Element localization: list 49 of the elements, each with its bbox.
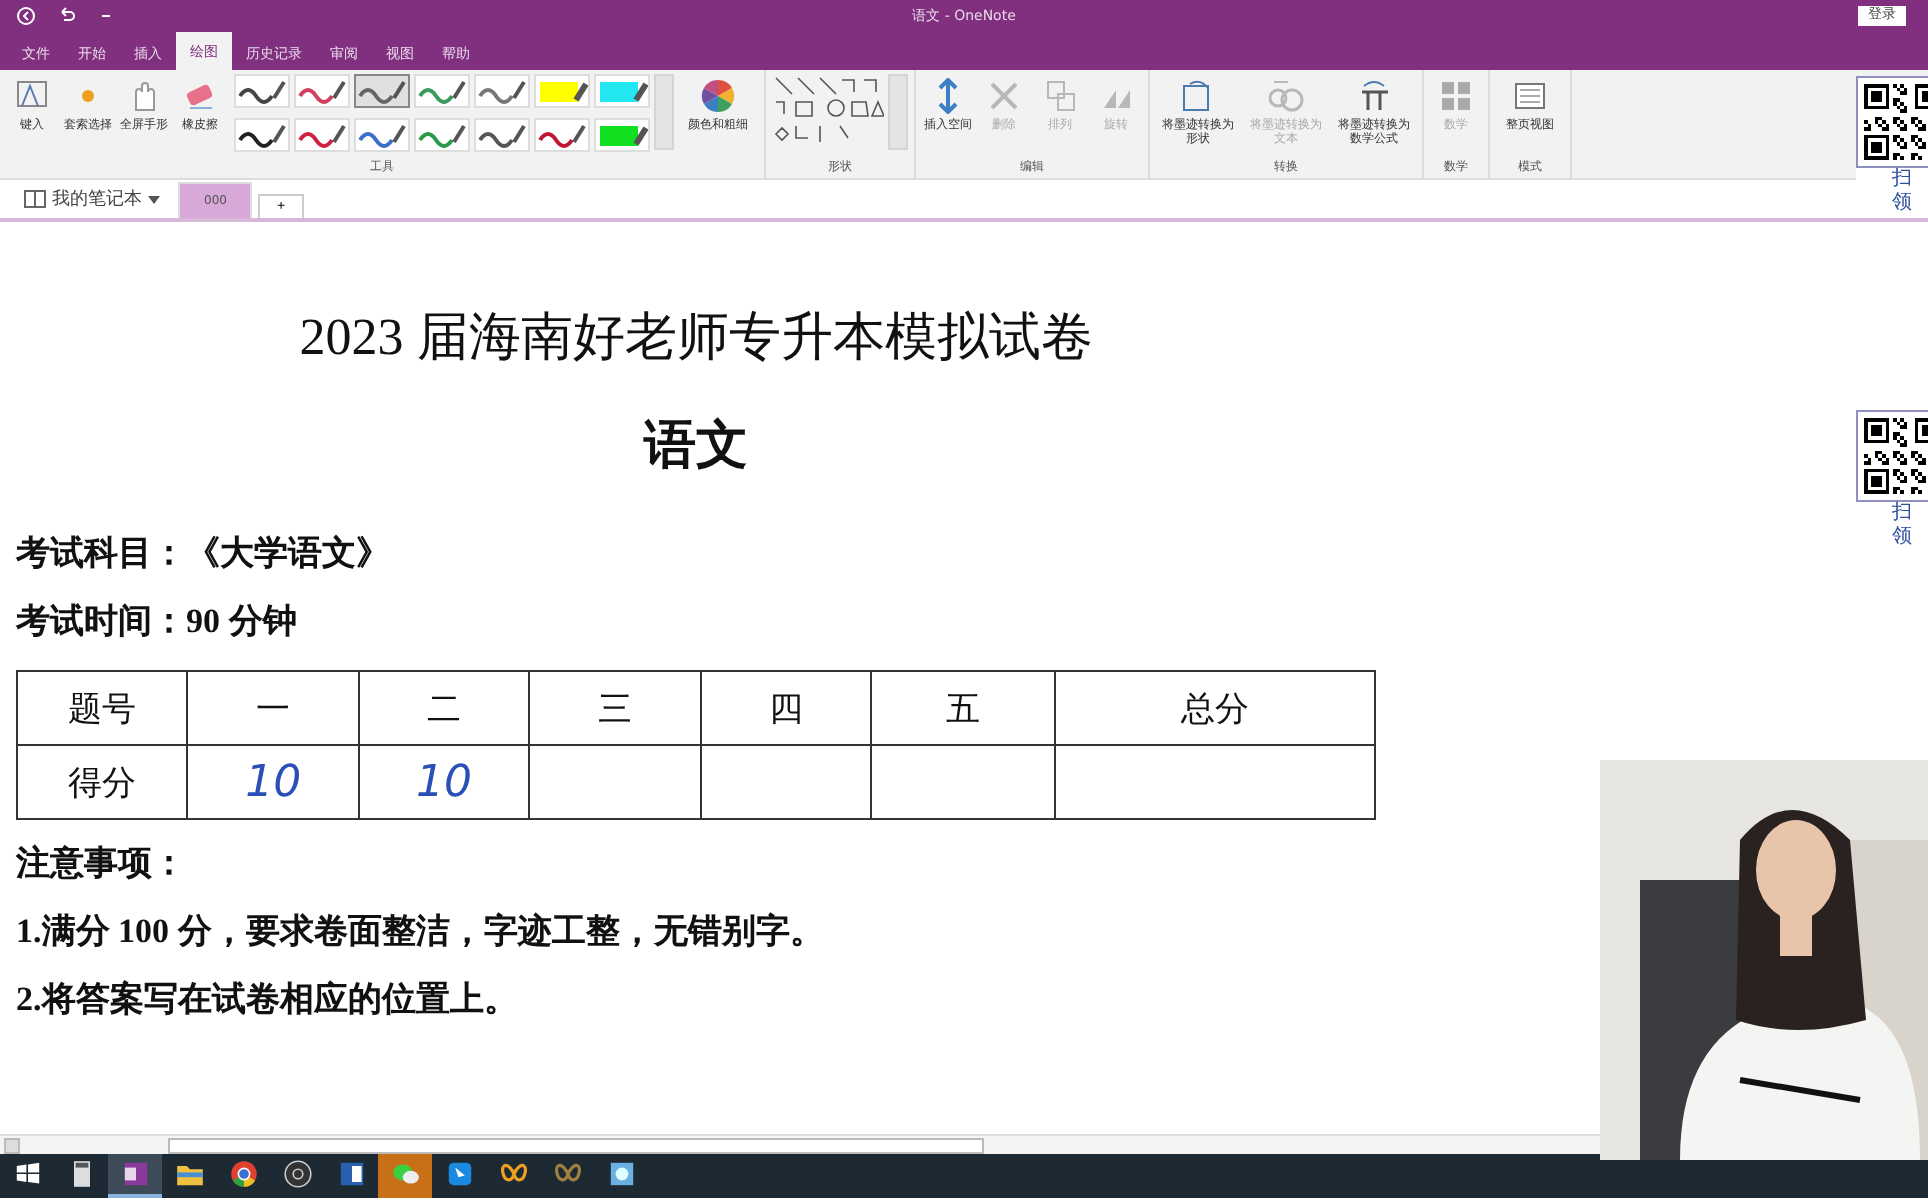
app-icon	[605, 1158, 637, 1190]
undo-icon[interactable]	[56, 6, 76, 26]
pointer-icon	[443, 1158, 475, 1190]
color-wheel-icon	[700, 78, 736, 114]
table-header: 题号	[17, 671, 188, 745]
onenote-icon	[119, 1158, 151, 1190]
gallery-scrollbar[interactable]	[654, 74, 674, 150]
gallery-scrollbar[interactable]	[888, 74, 908, 150]
horizontal-scrollbar[interactable]	[0, 1134, 1600, 1154]
chrome-icon	[227, 1158, 259, 1190]
arrange-icon	[1042, 78, 1078, 114]
back-icon[interactable]	[16, 6, 36, 26]
table-header: 二	[358, 671, 530, 745]
text-icon	[1268, 78, 1304, 114]
caret-icon	[148, 195, 160, 203]
exam-info: 考试科目：《大学语文》	[16, 532, 392, 574]
grid-icon	[1438, 78, 1474, 114]
table-header: 三	[529, 671, 701, 745]
table-header: 四	[700, 671, 871, 745]
shapes-gallery[interactable]	[772, 74, 884, 146]
delete-icon	[986, 78, 1022, 114]
highlighter-swatch[interactable]	[594, 74, 650, 108]
note-text: 2.将答案写在试卷相应的位置上。	[16, 978, 520, 1022]
word-icon	[335, 1158, 367, 1190]
qr-caption: 扫	[1892, 502, 1912, 526]
taskbar-button[interactable]	[108, 1154, 162, 1198]
handwritten-score: 10	[245, 757, 302, 807]
wechat-icon	[389, 1158, 421, 1190]
table-cell: 得分	[17, 745, 188, 819]
handwritten-score: 10	[416, 757, 473, 807]
highlighter-swatch[interactable]	[534, 74, 590, 108]
exam-info: 考试时间：90 分钟	[16, 600, 299, 642]
obs-icon	[281, 1158, 313, 1190]
table-header: 五	[870, 671, 1056, 745]
highlighter-swatch[interactable]	[594, 118, 650, 152]
qr-caption: 领	[1892, 526, 1912, 550]
qr-caption: 扫	[1892, 168, 1912, 192]
qr-caption: 领	[1892, 192, 1912, 216]
table-header: 一	[187, 671, 359, 745]
page-title: 2023 届海南好老师专升本模拟试卷	[297, 306, 1095, 370]
note-text: 1.满分 100 分，要求卷面整洁，字迹工整，无错别字。	[16, 910, 826, 954]
pen-swatch[interactable]	[354, 74, 410, 108]
notebook-icon	[24, 190, 46, 208]
page-icon	[1512, 78, 1548, 114]
table-header: 总分	[1055, 671, 1375, 745]
math-icon	[1356, 78, 1392, 114]
notebook-dropdown[interactable]: 我的笔记本	[12, 184, 172, 218]
page-subtitle: 语文	[641, 414, 750, 478]
notes-heading: 注意事项：	[16, 842, 188, 886]
